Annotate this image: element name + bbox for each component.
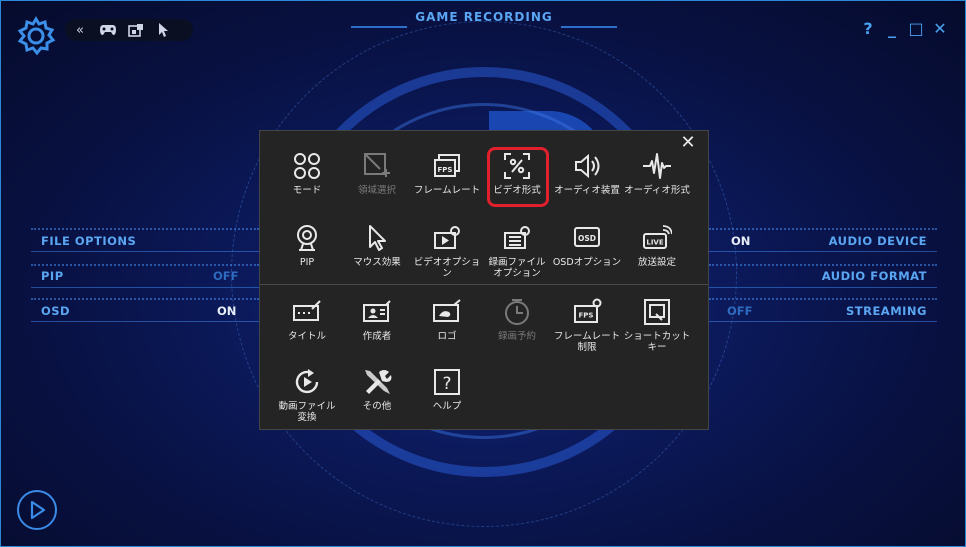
decor-line <box>709 321 937 322</box>
webcam-icon <box>297 225 317 251</box>
menu-item-audio-device[interactable]: オーディオ装置 <box>552 151 622 221</box>
menu-item-title[interactable]: タイトル <box>272 297 342 367</box>
minimize-button[interactable]: _ <box>883 19 901 39</box>
tools-icon <box>365 370 392 394</box>
author-icon <box>363 300 391 322</box>
menu-item-shortcut-keys[interactable]: ショートカット キー <box>622 297 692 367</box>
fps-limit-icon: FPS <box>574 298 602 323</box>
audio-device-value: ON <box>731 234 751 248</box>
menu-item-pip[interactable]: PIP <box>272 223 342 293</box>
decor-line <box>31 264 259 266</box>
window-lock-icon[interactable] <box>127 22 145 38</box>
osd-label[interactable]: OSD <box>41 304 70 318</box>
osd-icon: OSD <box>574 227 600 247</box>
menu-item-mouse-effect[interactable]: マウス効果 <box>342 223 412 293</box>
title-decor-right <box>561 26 617 28</box>
play-button[interactable] <box>17 490 57 530</box>
region-select-icon <box>364 153 390 177</box>
menu-item-other[interactable]: その他 <box>342 367 412 437</box>
panel-close-button[interactable]: ✕ <box>678 133 698 153</box>
live-icon: LIVE <box>643 225 672 249</box>
menu-item-author[interactable]: 作成者 <box>342 297 412 367</box>
fps-icon: FPS <box>434 154 460 177</box>
decor-line <box>31 287 259 288</box>
title-icon <box>293 300 321 321</box>
audio-device-label[interactable]: AUDIO DEVICE <box>829 234 927 248</box>
cursor-icon[interactable] <box>155 22 173 38</box>
pip-value: OFF <box>213 269 239 283</box>
close-button[interactable]: ✕ <box>931 19 949 39</box>
streaming-value: OFF <box>727 304 753 318</box>
convert-icon <box>295 369 319 394</box>
pip-label[interactable]: PIP <box>41 269 64 283</box>
menu-item-broadcast[interactable]: LIVE 放送設定 <box>622 223 692 293</box>
play-icon <box>30 500 46 520</box>
svg-text:?: ? <box>442 374 451 394</box>
shortcut-icon <box>644 299 670 325</box>
menu-item-file-options[interactable]: 録画ファイル オプション <box>482 223 552 293</box>
collapse-icon[interactable]: « <box>71 22 89 38</box>
svg-text:LIVE: LIVE <box>646 239 663 247</box>
decor-line <box>31 251 259 252</box>
waveform-icon <box>643 153 671 179</box>
clock-icon <box>505 299 529 325</box>
menu-item-video-options[interactable]: ビデオオプション <box>412 223 482 293</box>
menu-item-region-select[interactable]: 領域選択 <box>342 151 412 221</box>
svg-text:FPS: FPS <box>579 312 594 320</box>
file-options-label[interactable]: FILE OPTIONS <box>41 234 136 248</box>
decor-line <box>709 264 937 266</box>
decor-line <box>709 298 937 300</box>
streaming-label[interactable]: STREAMING <box>846 304 927 318</box>
maximize-button[interactable]: □ <box>907 19 925 39</box>
svg-text:FPS: FPS <box>438 166 453 174</box>
osd-value: ON <box>217 304 237 318</box>
decor-line <box>31 298 259 300</box>
settings-panel: ✕ モード 領域選択 FPS フレームレート ビデオ形式 オーディオ装置 オーデ… <box>259 130 709 430</box>
decor-line <box>709 287 937 288</box>
decor-line <box>709 251 937 252</box>
help-button[interactable]: ? <box>859 19 877 39</box>
menu-item-logo[interactable]: ロゴ <box>412 297 482 367</box>
cursor-icon <box>369 225 386 251</box>
audio-format-label[interactable]: AUDIO FORMAT <box>822 269 927 283</box>
menu-item-osd-options[interactable]: OSD OSDオプション <box>552 223 622 293</box>
decor-line <box>709 228 937 230</box>
mode-icon <box>294 153 320 179</box>
decor-line <box>31 321 259 322</box>
menu-item-schedule[interactable]: 録画予約 <box>482 297 552 367</box>
menu-item-audio-format[interactable]: オーディオ形式 <box>622 151 692 221</box>
decor-line <box>31 228 259 230</box>
svg-text:OSD: OSD <box>578 234 596 243</box>
file-settings-icon <box>504 226 530 249</box>
app-window: « GAME RECORDING ? _ □ ✕ FILE OPTIONS PI… <box>0 0 966 547</box>
video-settings-icon <box>434 226 460 249</box>
speaker-icon <box>575 153 600 179</box>
menu-item-mode[interactable]: モード <box>272 151 342 221</box>
menu-item-convert[interactable]: 動画ファイル 変換 <box>272 367 342 437</box>
app-title: GAME RECORDING <box>415 10 553 24</box>
highlight-box <box>487 147 549 207</box>
logo-icon <box>433 299 461 322</box>
menu-item-fps-limit[interactable]: FPS フレームレート 制限 <box>552 297 622 367</box>
help-icon: ? <box>434 369 460 395</box>
gamepad-icon[interactable] <box>99 22 117 38</box>
menu-item-frame-rate[interactable]: FPS フレームレート <box>412 151 482 221</box>
title-decor-left <box>351 26 407 28</box>
menu-item-help[interactable]: ? ヘルプ <box>412 367 482 437</box>
